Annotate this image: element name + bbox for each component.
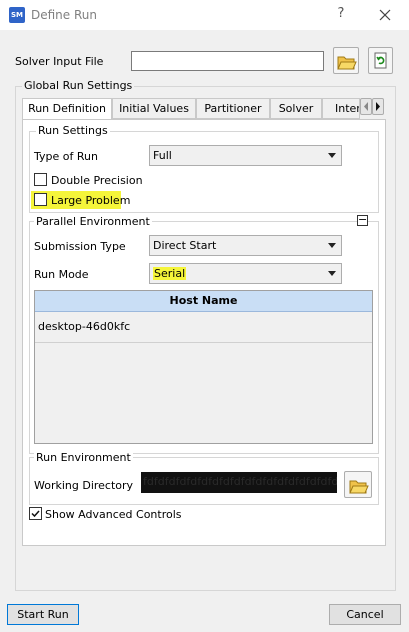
double-precision-label: Double Precision	[51, 174, 143, 187]
tab-partitioner[interactable]: Partitioner	[196, 98, 270, 119]
show-advanced-checkbox[interactable]	[29, 507, 42, 520]
large-problem-checkbox[interactable]	[34, 193, 47, 206]
run-environment-caption: Run Environment	[34, 451, 133, 464]
submission-type-value: Direct Start	[153, 239, 217, 252]
type-of-run-select[interactable]: Full	[149, 145, 342, 166]
help-button[interactable]: ?	[333, 6, 349, 24]
run-settings-caption: Run Settings	[36, 124, 110, 137]
show-advanced-label: Show Advanced Controls	[45, 508, 182, 521]
chevron-down-icon	[328, 271, 336, 276]
tab-run-definition[interactable]: Run Definition	[22, 98, 112, 120]
tab-scroll-left-button[interactable]	[360, 98, 372, 115]
working-directory-label: Working Directory	[34, 479, 134, 492]
large-problem-label: Large Problem	[51, 194, 131, 207]
chevron-down-icon	[328, 153, 336, 158]
type-of-run-value: Full	[153, 149, 172, 162]
tab-interp[interactable]: Interp	[322, 98, 360, 119]
host-name-column-header[interactable]: Host Name	[35, 291, 372, 312]
solver-input-label: Solver Input File	[15, 55, 104, 68]
browse-working-directory-button[interactable]	[344, 471, 372, 498]
parallel-environment-caption: Parallel Environment	[34, 215, 152, 228]
app-icon: SM	[9, 7, 25, 23]
submission-type-select[interactable]: Direct Start	[149, 235, 342, 256]
host-table: Host Name desktop-46d0kfc	[34, 290, 373, 444]
run-mode-select[interactable]: Serial	[149, 263, 342, 284]
run-mode-value: Serial	[153, 267, 187, 280]
submission-type-label: Submission Type	[34, 240, 126, 253]
close-button[interactable]	[375, 5, 395, 25]
double-precision-checkbox[interactable]	[34, 173, 47, 186]
tab-scroll-right-button[interactable]	[372, 98, 384, 115]
checkmark-icon	[31, 510, 40, 518]
table-row[interactable]: desktop-46d0kfc	[35, 312, 372, 343]
refresh-button[interactable]	[368, 47, 393, 74]
run-mode-label: Run Mode	[34, 268, 89, 281]
chevron-down-icon	[328, 243, 336, 248]
host-name-cell: desktop-46d0kfc	[38, 320, 131, 333]
cancel-button[interactable]: Cancel	[329, 604, 401, 625]
start-run-button[interactable]: Start Run	[7, 604, 79, 625]
type-of-run-label: Type of Run	[34, 150, 98, 163]
window-title: Define Run	[31, 8, 97, 22]
refresh-icon	[374, 52, 387, 69]
folder-open-icon	[349, 480, 369, 494]
chevron-right-icon	[376, 102, 380, 111]
folder-open-icon	[337, 56, 357, 70]
close-icon	[379, 9, 391, 21]
chevron-left-icon	[364, 102, 368, 111]
browse-solver-file-button[interactable]	[333, 47, 359, 74]
tab-solver[interactable]: Solver	[270, 98, 322, 119]
global-run-settings-caption: Global Run Settings	[22, 79, 135, 92]
collapse-button[interactable]: −	[357, 214, 368, 226]
tab-initial-values[interactable]: Initial Values	[112, 98, 196, 119]
working-directory-field[interactable]: fdfdfdfdfdfdfdfdfdfdfdfdfdfdfdfdfdfdfd	[141, 472, 337, 493]
solver-input-field[interactable]	[131, 51, 324, 71]
